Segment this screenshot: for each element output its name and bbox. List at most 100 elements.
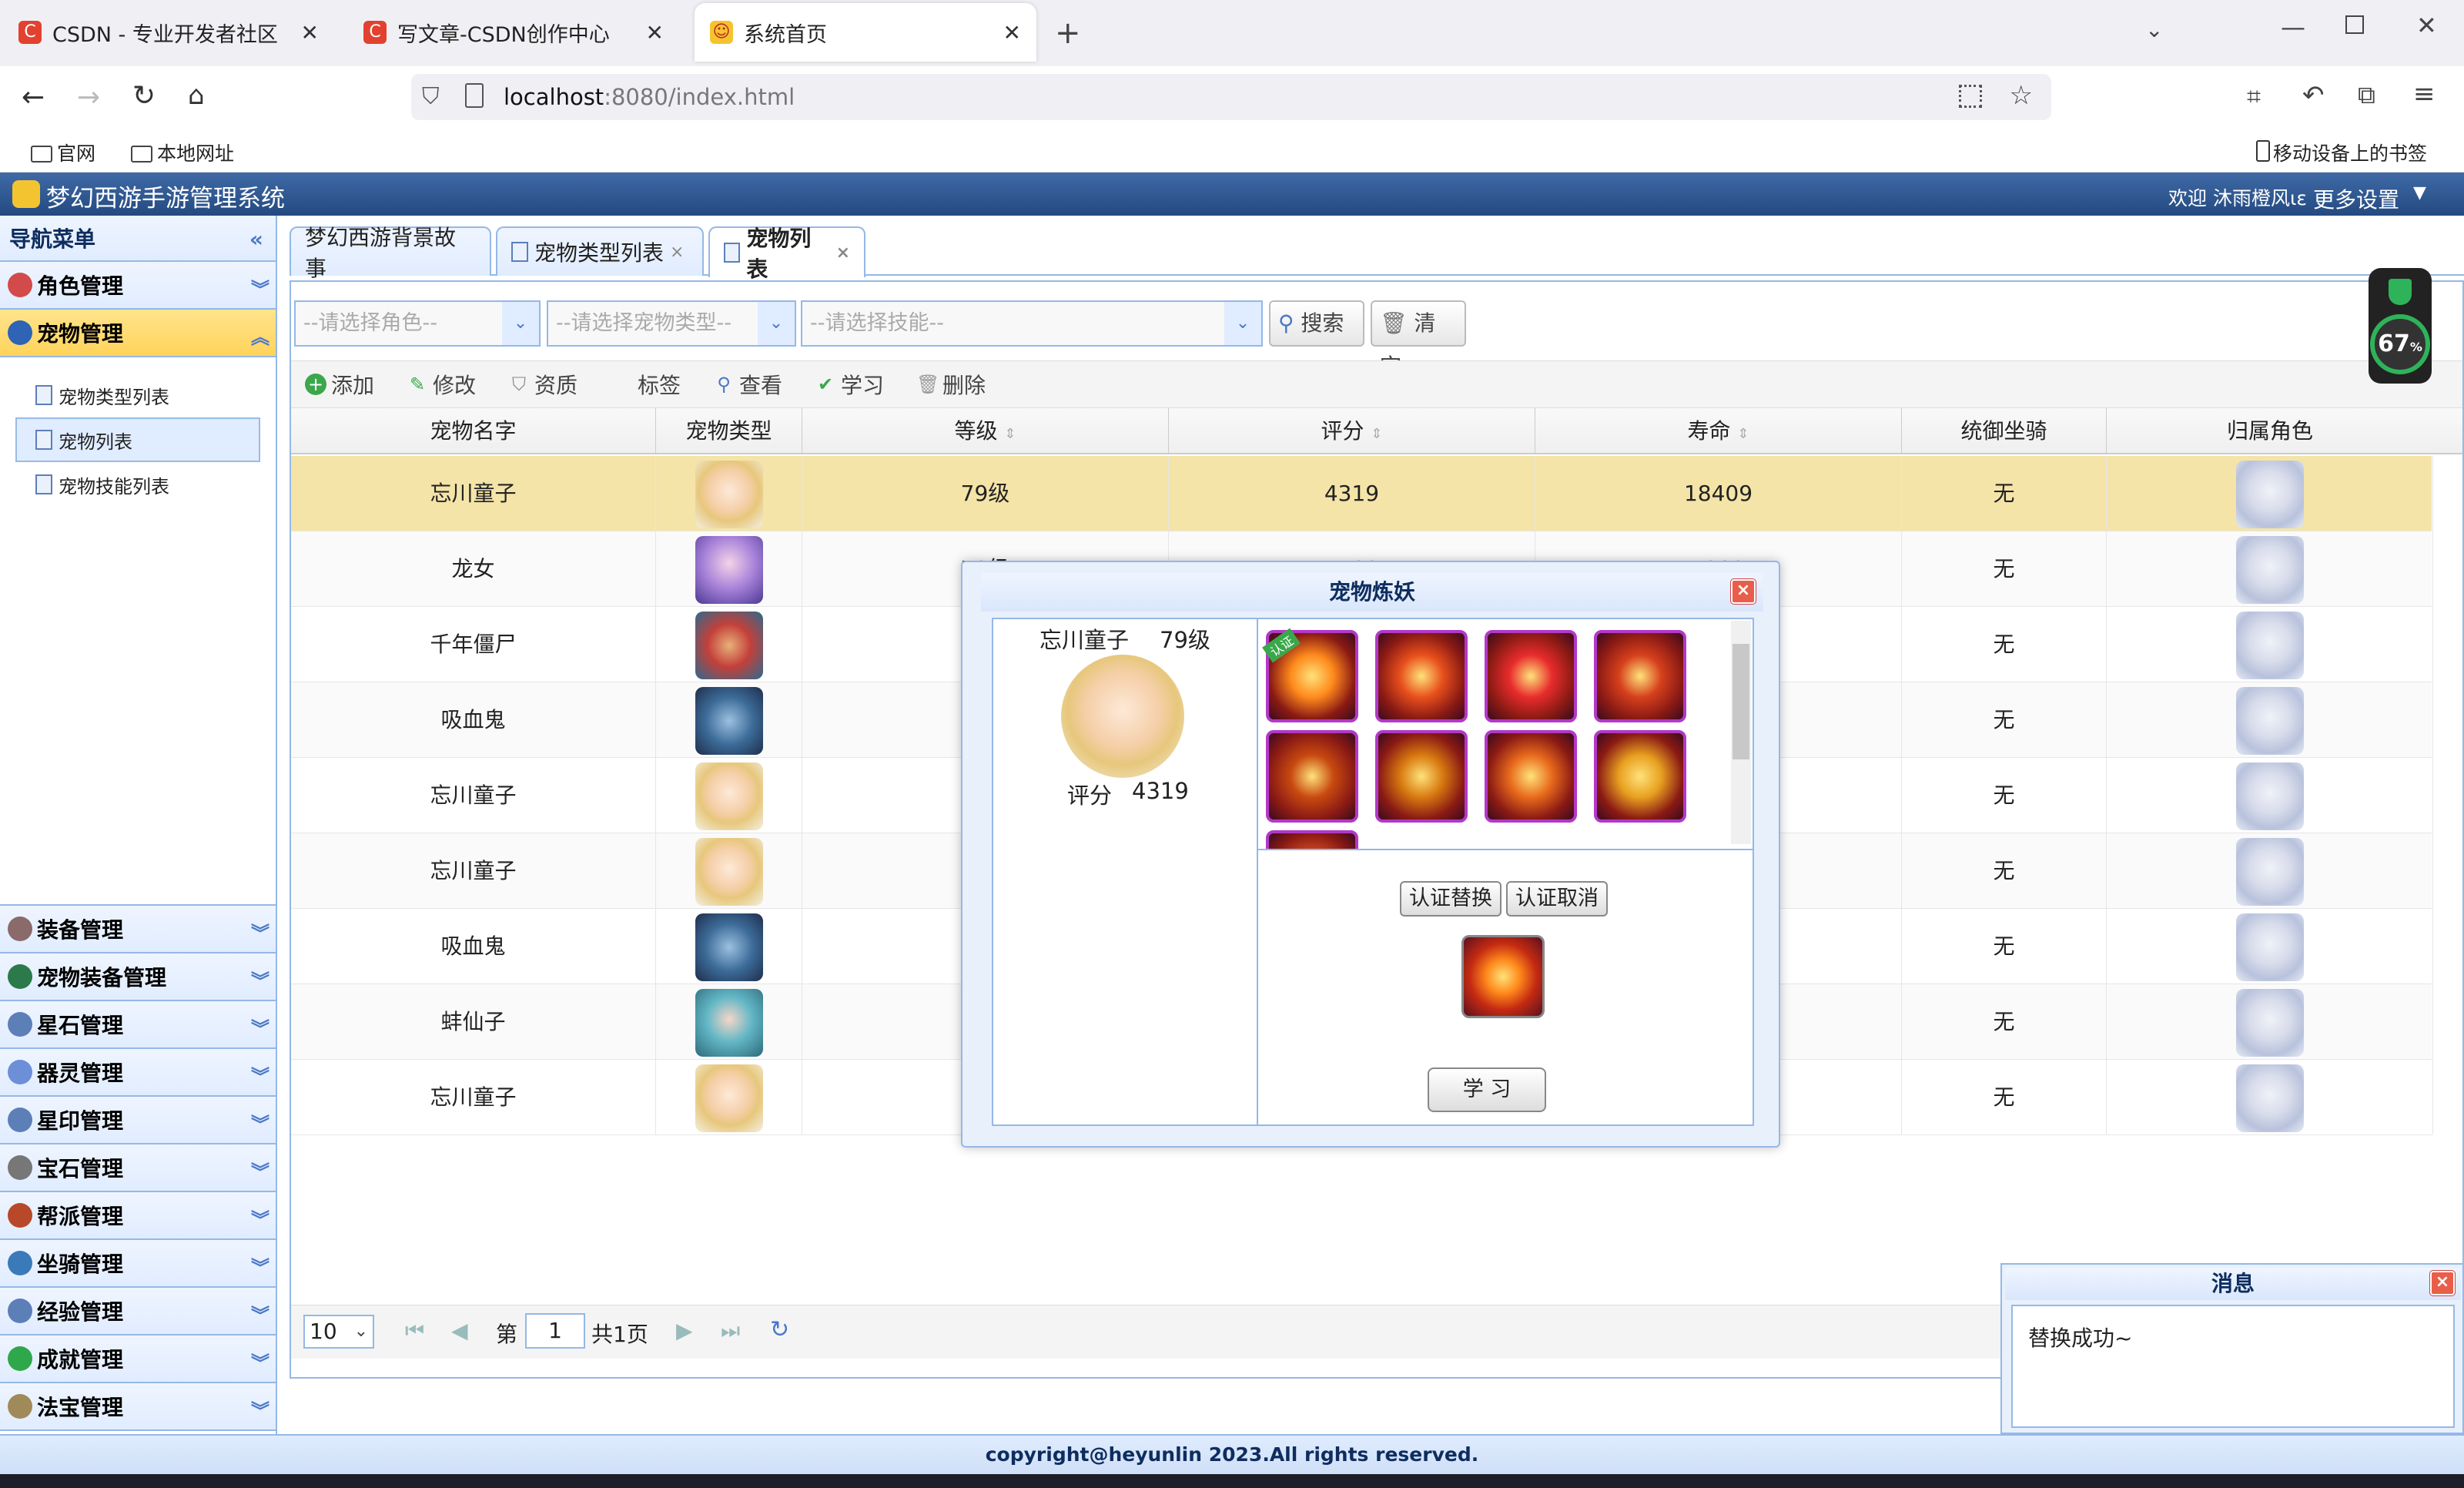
- home-icon[interactable]: ⌂: [188, 80, 205, 111]
- caret-down-icon[interactable]: ▼: [2413, 183, 2426, 203]
- skill-icon[interactable]: [1594, 630, 1686, 722]
- add-button[interactable]: + 添加: [305, 369, 374, 400]
- close-icon[interactable]: ×: [836, 243, 850, 263]
- sidebar-group[interactable]: 角色管理 ︾: [0, 262, 276, 310]
- skill-icon[interactable]: [1375, 630, 1468, 722]
- browser-tab[interactable]: C CSDN - 专业开发者社区 ✕: [3, 3, 334, 62]
- qr-icon[interactable]: [1959, 85, 1982, 108]
- sidebar-item-pet-list[interactable]: 宠物列表: [15, 417, 260, 462]
- close-icon[interactable]: ✕: [1003, 20, 1021, 45]
- close-icon[interactable]: ×: [2429, 1270, 2456, 1296]
- chevron-down-icon[interactable]: ︾: [251, 1061, 270, 1088]
- crop-icon[interactable]: ⌗: [2247, 82, 2261, 112]
- sidebar-group[interactable]: 宠物装备管理 ︾: [0, 953, 276, 1001]
- column-header[interactable]: 宠物名字: [291, 408, 656, 454]
- sidebar-group[interactable]: 宠物管理 ︽: [0, 310, 276, 357]
- bookmark-folder[interactable]: 本地网址: [131, 139, 234, 166]
- chevron-down-icon[interactable]: ⌄: [2145, 17, 2163, 42]
- learn-skill-button[interactable]: 学 习: [1428, 1067, 1546, 1112]
- chevron-down-icon[interactable]: ︾: [251, 1396, 270, 1423]
- browser-tab[interactable]: C 写文章-CSDN创作中心 ✕: [348, 3, 679, 62]
- sidebar-group[interactable]: 经验管理 ︾: [0, 1288, 276, 1336]
- reload-icon[interactable]: ↻: [132, 80, 156, 112]
- sidebar-group[interactable]: 宝石管理 ︾: [0, 1144, 276, 1192]
- sidebar-group[interactable]: 星印管理 ︾: [0, 1097, 276, 1144]
- chevron-down-icon[interactable]: ︾: [251, 918, 270, 945]
- refresh-icon[interactable]: ↻: [770, 1316, 789, 1343]
- sidebar-group[interactable]: 器灵管理 ︾: [0, 1049, 276, 1097]
- close-icon[interactable]: ✕: [646, 20, 664, 45]
- sidebar-group[interactable]: 装备管理 ︾: [0, 906, 276, 953]
- chevron-down-icon[interactable]: ︾: [251, 1157, 270, 1184]
- sidebar-group[interactable]: 成就管理 ︾: [0, 1336, 276, 1383]
- skill-icon[interactable]: [1266, 730, 1358, 823]
- skill-icon[interactable]: [1594, 730, 1686, 823]
- skill-select[interactable]: --请选择技能-- ⌄: [801, 300, 1263, 347]
- browser-tab-active[interactable]: ☺ 系统首页 ✕: [695, 3, 1036, 62]
- chevron-down-icon[interactable]: ︾: [251, 1300, 270, 1327]
- aptitude-button[interactable]: ⛉ 资质: [508, 369, 578, 400]
- star-icon[interactable]: ☆: [2010, 80, 2033, 111]
- bookmark-folder[interactable]: 官网: [31, 139, 95, 166]
- chevron-down-icon[interactable]: ︾: [251, 1348, 270, 1375]
- delete-button[interactable]: 🗑 删除: [916, 369, 986, 400]
- chevron-down-icon[interactable]: ⌄: [502, 302, 539, 345]
- sidebar-group[interactable]: 星石管理 ︾: [0, 1001, 276, 1049]
- skill-scrollbar[interactable]: [1731, 621, 1751, 844]
- learn-button[interactable]: ✔ 学习: [815, 369, 884, 400]
- clear-button[interactable]: 🗑 清空: [1371, 300, 1466, 379]
- close-icon[interactable]: ✕: [301, 20, 319, 45]
- column-header-sortable[interactable]: 评分 ⇕: [1169, 408, 1535, 454]
- chevron-down-icon[interactable]: ︾: [251, 274, 270, 301]
- prev-page-icon[interactable]: ◀: [451, 1318, 468, 1343]
- chevron-down-icon[interactable]: ⌄: [1224, 302, 1261, 345]
- skill-icon[interactable]: [1485, 630, 1577, 722]
- search-button[interactable]: ⚲ 搜索: [1269, 300, 1364, 347]
- role-select[interactable]: --请选择角色-- ⌄: [294, 300, 541, 347]
- security-widget[interactable]: 67%: [2369, 268, 2432, 384]
- page-size-select[interactable]: 10 ⌄: [303, 1315, 374, 1349]
- skill-icon[interactable]: [1485, 730, 1577, 823]
- chevron-down-icon[interactable]: ⌄: [758, 302, 795, 345]
- page-number-input[interactable]: 1: [525, 1313, 585, 1349]
- sidebar-item-pet-type-list[interactable]: 宠物类型列表: [0, 373, 276, 417]
- certify-replace-button[interactable]: 认证替换: [1400, 881, 1502, 917]
- last-page-icon[interactable]: ⏭: [721, 1318, 740, 1344]
- new-tab-icon[interactable]: +: [1055, 15, 1081, 51]
- sidebar-group[interactable]: 法宝管理 ︾: [0, 1383, 276, 1431]
- collapse-icon[interactable]: «: [249, 226, 263, 252]
- column-header[interactable]: 宠物类型: [656, 408, 802, 454]
- view-button[interactable]: ⚲ 查看: [713, 369, 782, 400]
- scrollbar-thumb[interactable]: [1732, 644, 1749, 759]
- restore-icon[interactable]: [2345, 15, 2364, 34]
- column-header-sortable[interactable]: 等级 ⇕: [802, 408, 1169, 454]
- chevron-down-icon[interactable]: ︾: [251, 1014, 270, 1041]
- mobile-bookmarks[interactable]: 移动设备上的书签: [2256, 139, 2427, 166]
- selected-skill-icon[interactable]: [1461, 935, 1545, 1018]
- sidebar-group[interactable]: 坐骑管理 ︾: [0, 1240, 276, 1288]
- chevron-up-icon[interactable]: ︽: [251, 322, 270, 349]
- undo-icon[interactable]: ↶: [2302, 80, 2325, 111]
- skill-icon[interactable]: 认证: [1262, 628, 1358, 722]
- more-settings-menu[interactable]: 更多设置: [2313, 183, 2399, 214]
- column-header[interactable]: 统御坐骑: [1902, 408, 2107, 454]
- chevron-down-icon[interactable]: ︾: [251, 1252, 270, 1279]
- tab-pet-type-list[interactable]: 宠物类型列表 ×: [496, 226, 704, 276]
- menu-icon[interactable]: ≡: [2413, 79, 2436, 109]
- edit-button[interactable]: ✎ 修改: [407, 369, 476, 400]
- skill-icon[interactable]: [1266, 830, 1358, 849]
- close-icon[interactable]: ×: [1730, 578, 1756, 605]
- forward-icon[interactable]: →: [77, 82, 100, 113]
- chevron-down-icon[interactable]: ︾: [251, 1205, 270, 1232]
- skill-icon[interactable]: [1375, 730, 1468, 823]
- minimize-icon[interactable]: —: [2281, 12, 2305, 42]
- sidebar-group[interactable]: 帮派管理 ︾: [0, 1192, 276, 1240]
- sidebar-item-pet-skill-list[interactable]: 宠物技能列表: [0, 462, 276, 507]
- address-bar[interactable]: ⛉ localhost:8080/index.html ☆: [411, 74, 2051, 120]
- tag-button[interactable]: 标签: [638, 369, 681, 400]
- extensions-icon[interactable]: ⧉: [2358, 80, 2375, 110]
- pet-type-select[interactable]: --请选择宠物类型-- ⌄: [547, 300, 796, 347]
- tab-background-story[interactable]: 梦幻西游背景故事: [290, 225, 491, 281]
- table-row[interactable]: 忘川童子 79级 4319 18409 无: [291, 456, 2433, 531]
- close-icon[interactable]: ×: [670, 243, 684, 262]
